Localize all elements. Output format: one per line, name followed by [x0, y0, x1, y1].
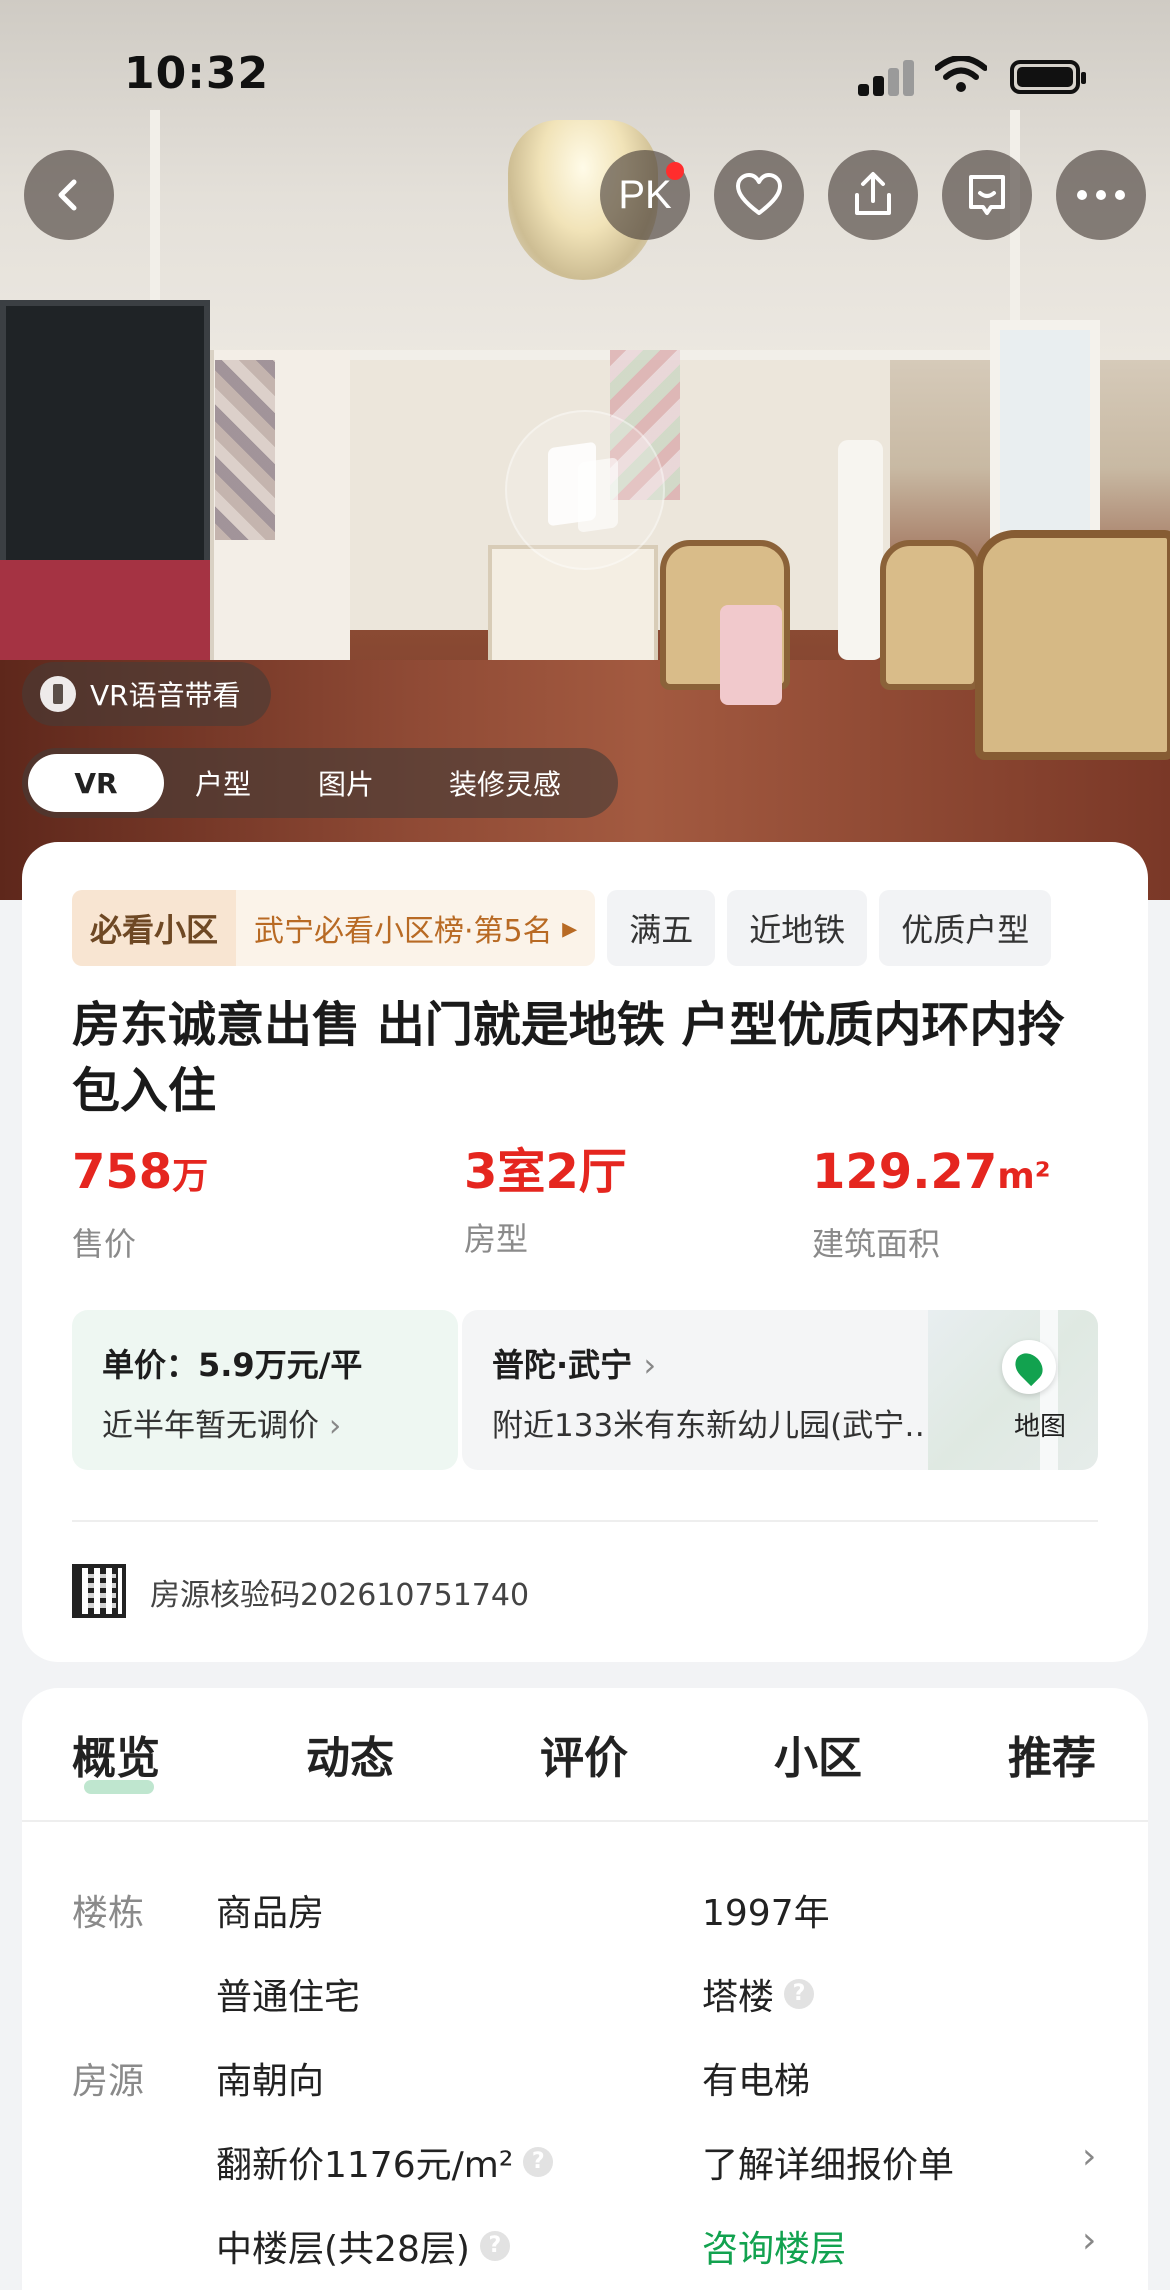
chevron-right-icon: › [643, 1346, 657, 1384]
tab-reviews[interactable]: 评价 [540, 1722, 628, 1786]
building-type-cell: 塔楼 ? [702, 1968, 815, 2020]
area-stat: 129.27m² 建筑面积 [812, 1144, 1051, 1265]
orientation: 南朝向 [216, 2061, 325, 2102]
chat-button[interactable] [942, 150, 1032, 240]
help-icon[interactable]: ? [784, 1979, 815, 2009]
help-icon[interactable]: ? [479, 2231, 510, 2261]
media-tab-vr[interactable]: VR [28, 754, 164, 812]
chevron-right-icon[interactable]: › [1082, 2220, 1096, 2261]
community-rank-tag[interactable]: 必看小区 武宁必看小区榜·第5名 ▸ [72, 890, 596, 966]
pk-compare-button[interactable]: PK [600, 150, 690, 240]
tv [0, 300, 210, 570]
tag-row: 必看小区 武宁必看小区榜·第5名 ▸ 满五 近地铁 优质户型 [72, 890, 1148, 966]
back-button[interactable] [24, 150, 114, 240]
section-tabs: 概览 动态 评价 小区 推荐 [22, 1688, 1148, 1822]
heart-icon [736, 173, 782, 215]
building-type: 塔楼 [702, 1977, 775, 2018]
listing-title: 房东诚意出售 出门就是地铁 户型优质内环内拎包入住 [72, 997, 1066, 1119]
nearby-poi: 附近133米有东新幼儿园(武宁路店) [492, 1408, 962, 1444]
price-value: 758 [72, 1144, 173, 1200]
area-value: 129.27 [812, 1144, 998, 1200]
wifi-icon [935, 56, 987, 92]
favorite-button[interactable] [714, 150, 804, 240]
usage-type: 普通住宅 [216, 1977, 361, 2018]
location-card[interactable]: 普陀·武宁 › 附近133米有东新幼儿园(武宁路店) 地图 [462, 1310, 1098, 1470]
qr-code-icon[interactable] [72, 1564, 126, 1618]
armchair [880, 540, 980, 690]
more-button[interactable] [1056, 150, 1146, 240]
floor-info: 中楼层(共28层) [216, 2229, 470, 2270]
property-type: 商品房 [216, 1893, 325, 1934]
details-card: 概览 动态 评价 小区 推荐 楼栋 商品房 1997年 普通住宅 塔楼 ? 房源… [22, 1688, 1148, 2290]
tag-five-years: 满五 [607, 890, 716, 966]
tab-overview[interactable]: 概览 [72, 1722, 160, 1794]
chat-icon [969, 175, 1005, 215]
sofa [975, 530, 1170, 760]
consult-floor-link[interactable]: 咨询楼层 [702, 2220, 846, 2272]
unit-price-card[interactable]: 单价：5.9万元/平 近半年暂无调价 › [72, 1310, 458, 1470]
rank-tag-text: 武宁必看小区榜·第5名 ▸ [236, 890, 596, 966]
window [990, 320, 1100, 540]
more-icon [1077, 190, 1125, 200]
chevron-right-icon[interactable]: › [1082, 2136, 1096, 2177]
building-label: 楼栋 [72, 1893, 145, 1934]
layout-value: 3室2厅 [464, 1144, 627, 1200]
chevron-right-icon: › [328, 1408, 342, 1444]
media-tab-decor-ideas[interactable]: 装修灵感 [410, 754, 600, 812]
price-label: 售价 [72, 1225, 137, 1263]
floor-cell: 中楼层(共28层) ? [216, 2220, 510, 2272]
rank-tag-label: 必看小区 [72, 890, 237, 966]
status-time: 10:32 [124, 48, 270, 99]
kids-chair [720, 605, 782, 705]
share-icon [855, 172, 891, 215]
mosaic-blur [215, 360, 275, 540]
year-built: 1997年 [702, 1893, 830, 1934]
layout-stat: 3室2厅 房型 [464, 1144, 627, 1260]
price-change-note: 近半年暂无调价 [102, 1408, 319, 1444]
price-unit: 万 [172, 1156, 209, 1197]
price-stat: 758万 售价 [72, 1144, 208, 1265]
vr-voice-icon [40, 676, 76, 712]
unit-price: 单价：5.9万元/平 [102, 1346, 363, 1384]
renovation-price: 翻新价1176元/m² [216, 2145, 514, 2186]
tag-near-metro: 近地铁 [727, 890, 868, 966]
area-unit: m² [997, 1156, 1051, 1197]
battery-icon [1010, 60, 1086, 94]
share-button[interactable] [828, 150, 918, 240]
vr-voice-label: VR语音带看 [90, 679, 241, 712]
verification-code: 房源核验码202610751740 [150, 1578, 530, 1613]
elevator: 有电梯 [702, 2061, 811, 2102]
media-tab-floorplan[interactable]: 户型 [164, 754, 282, 812]
vr-icon [578, 457, 618, 533]
divider [72, 1520, 1098, 1522]
tag-good-layout: 优质户型 [879, 890, 1052, 966]
notification-dot [666, 162, 684, 180]
media-tab-photos[interactable]: 图片 [282, 754, 410, 812]
district-label: 普陀·武宁 [492, 1346, 633, 1384]
listing-summary-card: 必看小区 武宁必看小区榜·第5名 ▸ 满五 近地铁 优质户型 房东诚意出售 出门… [22, 842, 1148, 1662]
cellular-signal-icon [858, 60, 914, 96]
back-arrow-icon [58, 179, 77, 211]
map-thumbnail[interactable]: 地图 [928, 1310, 1098, 1470]
pk-label: PK [618, 172, 672, 217]
map-pin-icon [1002, 1340, 1056, 1394]
map-label: 地图 [1013, 1412, 1066, 1442]
renovation-price-cell: 翻新价1176元/m² ? [216, 2136, 554, 2188]
tab-updates[interactable]: 动态 [306, 1722, 394, 1786]
media-tabs: VR 户型 图片 装修灵感 [22, 748, 618, 818]
vr-voice-tour-button[interactable]: VR语音带看 [22, 662, 271, 726]
air-conditioner [838, 440, 883, 660]
price-sheet-link[interactable]: 了解详细报价单 [702, 2136, 954, 2188]
area-label: 建筑面积 [812, 1225, 941, 1263]
tab-community[interactable]: 小区 [774, 1722, 862, 1786]
layout-label: 房型 [464, 1220, 529, 1258]
help-icon[interactable]: ? [523, 2147, 554, 2177]
tab-recommend[interactable]: 推荐 [1008, 1722, 1096, 1786]
source-label: 房源 [72, 2061, 145, 2102]
